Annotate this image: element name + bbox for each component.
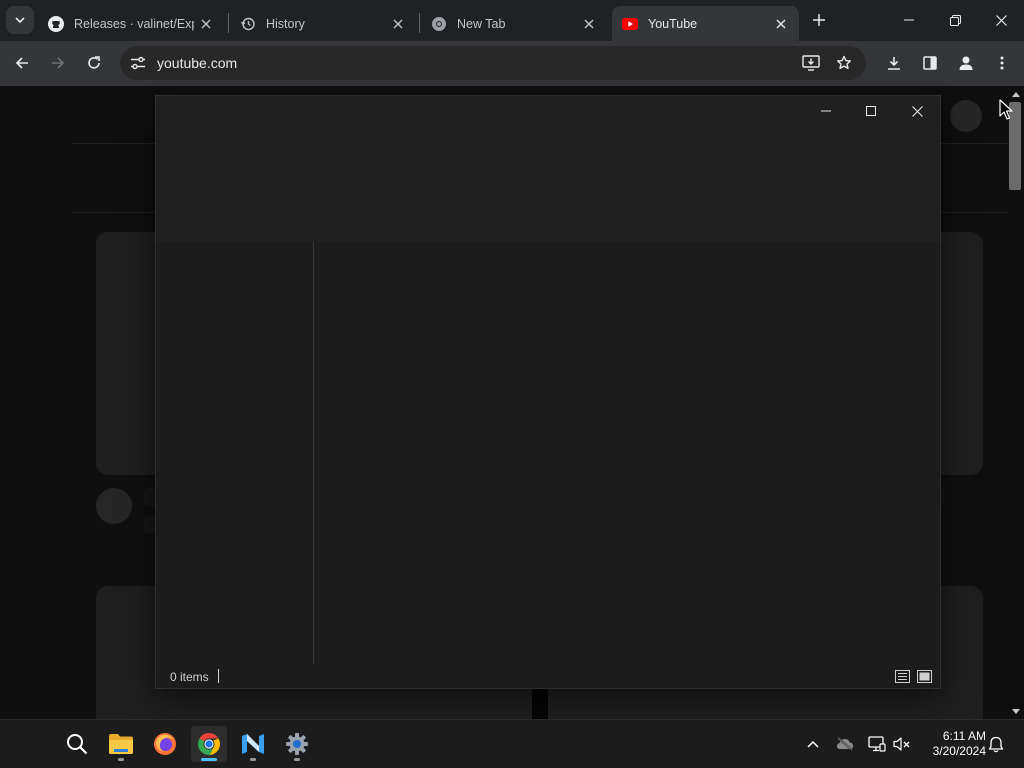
maximize-icon [866,106,876,116]
skeleton-shadow [532,688,548,719]
site-info-icon[interactable] [128,53,148,73]
profile-icon [959,56,973,70]
large-icons-view-button[interactable] [915,667,933,685]
tab-strip: Releases · valinet/ExplorerPatcher Histo… [0,0,1024,41]
tab-title: History [266,16,305,31]
file-explorer-icon [109,734,133,754]
tab-search-button[interactable] [6,6,34,34]
github-icon [48,15,64,32]
explorer-close-button[interactable] [894,96,940,126]
youtube-icon [622,16,638,32]
active-indicator [201,758,217,761]
tab-youtube[interactable]: YouTube [612,6,799,41]
running-indicator [250,758,256,761]
skeleton-avatar [96,488,132,524]
tab-close-icon[interactable] [194,12,218,36]
navigation-pane[interactable] [156,242,314,664]
restore-icon [949,14,961,26]
taskbar: 6:11 AM 3/20/2024 [0,719,1024,768]
close-icon [995,14,1007,26]
download-icon [888,57,900,70]
large-icons-view-icon [916,669,932,683]
tab-close-icon[interactable] [386,12,410,36]
tab-new-tab[interactable]: New Tab [421,6,607,41]
minimize-icon [904,19,914,21]
clock-time: 6:11 AM [942,729,986,743]
tab-title: YouTube [648,16,698,31]
browser-toolbar: youtube.com [0,41,1024,86]
url-text: youtube.com [157,55,238,71]
address-bar[interactable]: youtube.com [120,46,866,80]
history-icon [240,16,256,32]
scroll-down-arrow[interactable] [1007,705,1024,717]
taskbar-firefox[interactable] [147,726,183,762]
downloads-button[interactable] [880,49,908,77]
tab-title: New Tab [457,16,506,31]
tab-separator [419,13,420,33]
taskbar-chrome[interactable] [191,726,227,762]
menu-button[interactable] [988,49,1016,77]
arrow-right-icon [52,57,65,69]
onedrive-tray-icon[interactable] [835,734,855,754]
reload-icon [88,56,100,69]
firefox-icon [154,733,176,755]
notifications-bell-icon[interactable] [986,734,1006,754]
new-tab-button[interactable] [806,7,832,33]
chevron-down-icon [15,17,25,23]
page-scrollbar[interactable] [1007,86,1024,719]
forward-button[interactable] [44,49,72,77]
tab-separator [228,13,229,33]
explorer-header [156,96,940,242]
skeleton-avatar [950,100,982,132]
clock-date: 3/20/2024 [932,744,986,758]
restore-button[interactable] [932,0,978,40]
side-panel-button[interactable] [916,49,944,77]
file-list-pane[interactable] [315,242,940,664]
details-view-icon [894,669,910,683]
minimize-button[interactable] [886,0,932,40]
side-panel-icon [923,56,937,70]
item-count: 0 items [170,670,209,684]
running-indicator [294,758,300,761]
chevron-up-icon [807,740,819,748]
taskbar-file-explorer[interactable] [103,726,139,762]
profile-button[interactable] [952,49,980,77]
status-separator [218,669,219,683]
tab-history[interactable]: History [230,6,416,41]
visual-studio-icon [242,734,264,754]
plus-icon [813,14,825,26]
taskbar-visual-studio[interactable] [235,726,271,762]
volume-muted-tray-icon[interactable] [892,734,912,754]
close-icon [911,105,923,117]
explorer-maximize-button[interactable] [848,96,894,126]
show-hidden-icons-button[interactable] [803,734,823,754]
taskbar-clock[interactable]: 6:11 AM 3/20/2024 [916,729,986,759]
tab-close-icon[interactable] [769,12,793,36]
chrome-icon [431,16,447,32]
taskbar-settings[interactable] [279,726,315,762]
file-explorer-window[interactable]: 0 items [155,95,941,689]
network-tray-icon[interactable] [867,734,887,754]
kebab-menu-icon [1000,56,1004,70]
status-bar: 0 items [156,664,940,688]
reload-button[interactable] [80,49,108,77]
back-button[interactable] [8,49,36,77]
arrow-left-icon [15,57,28,69]
details-view-button[interactable] [893,667,911,685]
bookmark-star-icon[interactable] [834,53,854,73]
explorer-minimize-button[interactable] [803,96,849,126]
search-icon [67,734,88,755]
tab-close-icon[interactable] [577,12,601,36]
settings-icon [286,733,308,755]
minimize-icon [821,110,831,112]
close-window-button[interactable] [978,0,1024,40]
running-indicator [118,758,124,761]
tab-github-releases[interactable]: Releases · valinet/ExplorerPatcher [38,6,224,41]
taskbar-search-button[interactable] [59,726,95,762]
tab-title: Releases · valinet/ExplorerPatcher [74,16,194,31]
install-app-icon[interactable] [801,53,821,73]
chrome-icon [198,733,220,756]
mouse-cursor-icon [999,99,1013,120]
